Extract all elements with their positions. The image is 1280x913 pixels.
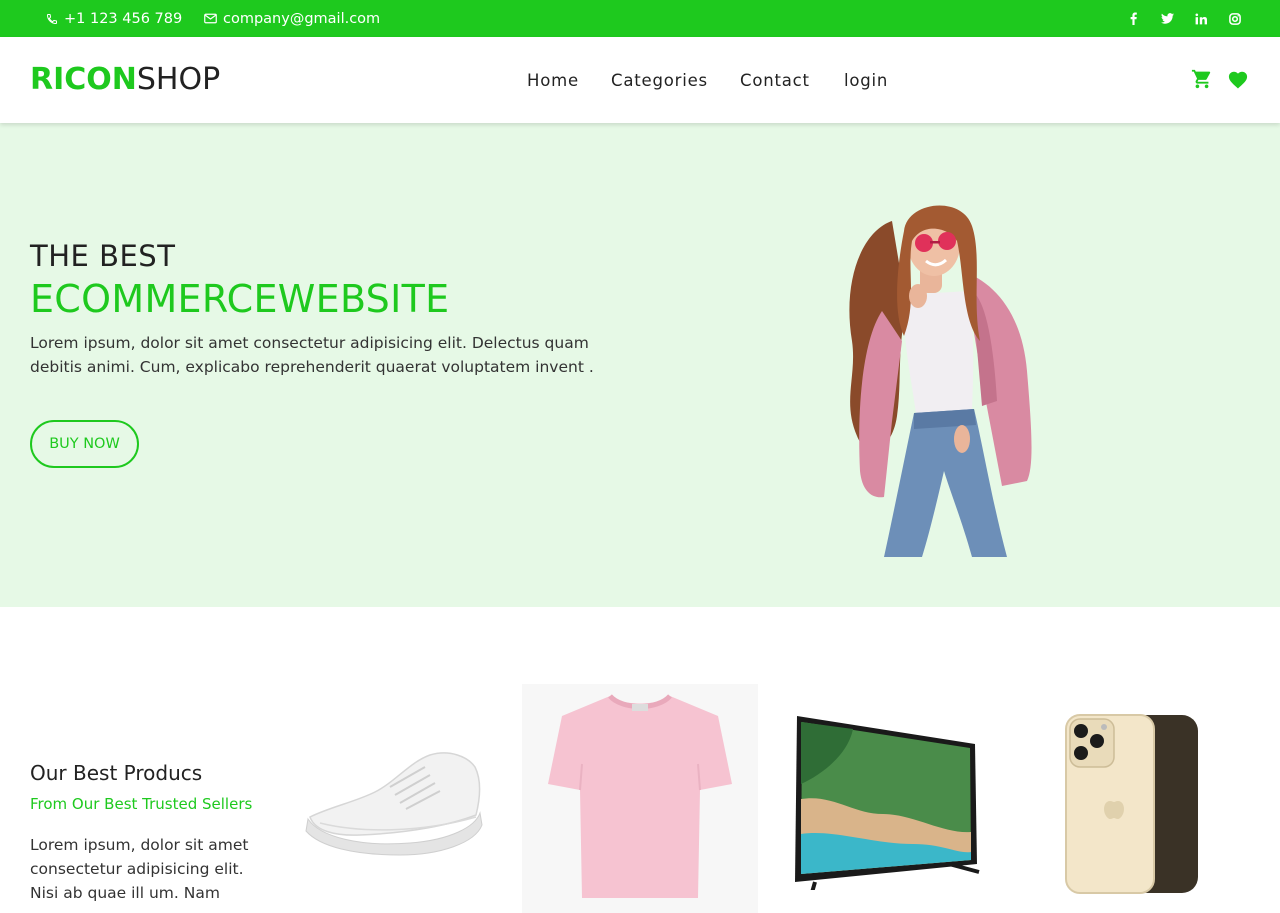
heart-icon[interactable] (1226, 67, 1250, 91)
logo-secondary: SHOP (136, 62, 221, 97)
hero-model-image (849, 205, 1032, 557)
nav-categories[interactable]: Categories (611, 71, 708, 90)
products-description: Lorem ipsum, dolor sit amet consectetur … (30, 836, 249, 902)
phone-contact[interactable]: +1 123 456 789 (46, 0, 182, 37)
twitter-icon[interactable] (1160, 12, 1174, 26)
tv-image[interactable] (793, 714, 981, 890)
products-subtitle: From Our Best Trusted Sellers (30, 795, 253, 813)
hero-description: Lorem ipsum, dolor sit amet consectetur … (30, 334, 594, 376)
email-address: company@gmail.com (223, 10, 381, 27)
nav-contact[interactable]: Contact (740, 71, 810, 90)
buy-now-button[interactable]: BUY NOW (30, 420, 139, 468)
facebook-icon[interactable] (1126, 12, 1140, 26)
email-contact[interactable]: company@gmail.com (204, 0, 380, 37)
site-logo[interactable]: RICONSHOP (30, 61, 220, 99)
tshirt-image[interactable] (522, 684, 758, 913)
mail-icon (204, 13, 217, 24)
phone-image[interactable] (1064, 713, 1200, 895)
shoe-image[interactable] (300, 747, 490, 859)
products-title: Our Best Producs (30, 761, 203, 785)
logo-primary: RICON (30, 62, 137, 97)
header-actions (1190, 67, 1250, 91)
instagram-icon[interactable] (1228, 12, 1242, 26)
phone-number: +1 123 456 789 (64, 10, 183, 27)
nav-login[interactable]: login (844, 71, 888, 90)
top-bar: +1 123 456 789 company@gmail.com (0, 0, 1280, 37)
linkedin-icon[interactable] (1194, 12, 1208, 26)
phone-icon (46, 13, 57, 24)
social-links (1126, 0, 1242, 37)
site-header: RICONSHOP Home Categories Contact login (0, 37, 1280, 123)
products-section: Our Best Producs From Our Best Trusted S… (0, 607, 1280, 913)
cart-icon[interactable] (1190, 67, 1214, 91)
nav-home[interactable]: Home (527, 71, 579, 90)
hero-section: THE BEST ECOMMERCEWEBSITE Lorem ipsum, d… (0, 123, 1280, 607)
hero-kicker: THE BEST (30, 239, 176, 273)
hero-headline: ECOMMERCEWEBSITE (30, 277, 450, 321)
